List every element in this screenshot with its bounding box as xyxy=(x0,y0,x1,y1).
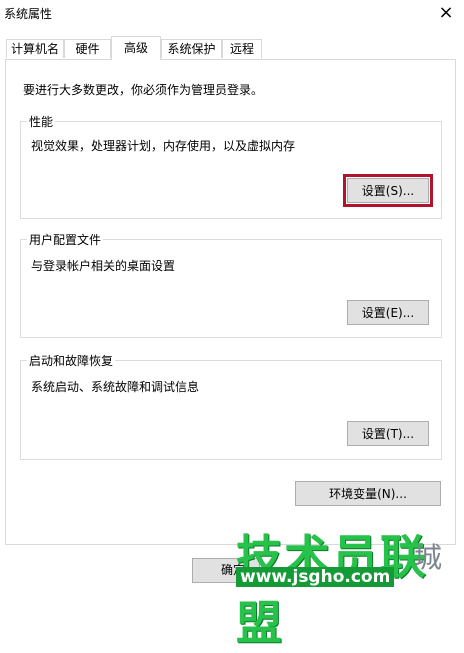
startup-recovery-group-title: 启动和故障恢复 xyxy=(27,352,116,369)
user-profile-group: 用户配置文件 与登录帐户相关的桌面设置 设置(E)... xyxy=(20,231,442,338)
performance-group-title: 性能 xyxy=(27,113,56,130)
system-properties-window: 系统属性 × 计算机名 硬件 高级 系统保护 远程 要进行大多数更改，你必须作为… xyxy=(0,0,464,650)
window-title: 系统属性 xyxy=(4,7,53,21)
tab-advanced[interactable]: 高级 xyxy=(111,36,161,60)
startup-recovery-settings-button[interactable]: 设置(T)... xyxy=(347,421,429,446)
tab-remote[interactable]: 远程 xyxy=(222,39,262,58)
tab-computer-name[interactable]: 计算机名 xyxy=(6,39,64,58)
watermark-url: www.jsgho.com xyxy=(236,567,395,587)
performance-settings-button[interactable]: 设置(S)... xyxy=(343,174,433,207)
admin-notice: 要进行大多数更改，你必须作为管理员登录。 xyxy=(23,83,264,97)
user-profile-group-title: 用户配置文件 xyxy=(27,231,104,248)
performance-desc: 视觉效果，处理器计划，内存使用，以及虚拟内存 xyxy=(31,139,296,153)
startup-recovery-group: 启动和故障恢复 系统启动、系统故障和调试信息 设置(T)... xyxy=(20,352,442,460)
title-bar: 系统属性 × xyxy=(0,0,464,28)
environment-variables-button[interactable]: 环境变量(N)... xyxy=(295,481,441,506)
performance-group: 性能 视觉效果，处理器计划，内存使用，以及虚拟内存 设置(S)... xyxy=(20,113,442,219)
user-profile-settings-button[interactable]: 设置(E)... xyxy=(347,300,429,325)
watermark-side-char: 城 xyxy=(414,541,443,574)
close-icon[interactable]: × xyxy=(436,3,456,23)
user-profile-desc: 与登录帐户相关的桌面设置 xyxy=(31,259,176,273)
tab-hardware[interactable]: 硬件 xyxy=(64,39,111,58)
startup-recovery-desc: 系统启动、系统故障和调试信息 xyxy=(31,380,200,394)
tab-system-protection[interactable]: 系统保护 xyxy=(161,39,222,58)
